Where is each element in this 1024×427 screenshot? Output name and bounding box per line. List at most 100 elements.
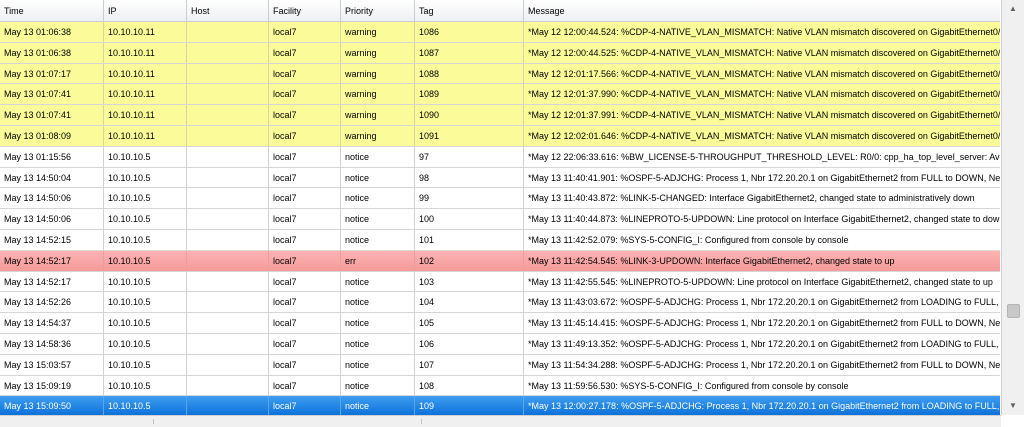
cell-ip: 10.10.10.5 — [104, 209, 187, 229]
cell-tag: 104 — [415, 292, 524, 313]
table-row[interactable]: May 13 14:52:17 10.10.10.5 local7 notice 103… — [0, 271, 1000, 293]
horizontal-scrollbar[interactable] — [0, 415, 1001, 427]
cell-time: May 13 01:06:38 — [0, 42, 104, 63]
cell-message: *May 12 12:00:44.525: %CDP-4-NATIVE_VLAN… — [528, 47, 1000, 58]
cell-ip: 10.10.10.5 — [104, 396, 187, 415]
cell-host — [187, 22, 269, 42]
cell-priority: notice — [341, 375, 415, 396]
table-row[interactable]: May 13 14:52:15 10.10.10.5 local7 notice 101… — [0, 229, 1000, 251]
cell-time: May 13 14:50:04 — [0, 167, 104, 188]
table-row[interactable]: May 13 14:54:37 10.10.10.5 local7 notice 105… — [0, 313, 1000, 334]
scroll-up-arrow-icon[interactable]: ▲ — [1006, 2, 1020, 16]
cell-host — [187, 313, 269, 333]
scroll-down-arrow-icon[interactable]: ▼ — [1006, 399, 1020, 413]
cell-time: May 13 14:52:17 — [0, 250, 104, 271]
cell-time: May 13 01:07:17 — [0, 63, 104, 84]
table-row[interactable]: May 13 14:52:26 10.10.10.5 local7 notice 104… — [0, 292, 1000, 314]
cell-priority: notice — [341, 167, 415, 188]
scrollbar-thumb[interactable] — [1007, 304, 1020, 318]
table-row[interactable]: May 13 14:50:06 10.10.10.5 local7 notice 99 *… — [0, 188, 1000, 210]
column-header-time[interactable]: Time — [0, 0, 104, 21]
table-row[interactable]: May 13 01:07:17 10.10.10.11 local7 warning 1… — [0, 63, 1000, 85]
cell-ip: 10.10.10.5 — [104, 146, 187, 167]
cell-facility: local7 — [269, 125, 341, 146]
cell-priority: notice — [341, 229, 415, 250]
column-header-host[interactable]: Host — [187, 0, 269, 21]
cell-priority: warning — [341, 84, 415, 105]
table-header: Time IP Host Facility Priority Tag Messa… — [0, 0, 1000, 22]
cell-message: *May 13 11:49:13.352: %OSPF-5-ADJCHG: Pr… — [528, 338, 1000, 349]
column-header-ip[interactable]: IP — [104, 0, 187, 21]
cell-message: *May 12 12:01:37.991: %CDP-4-NATIVE_VLAN… — [528, 110, 1000, 121]
cell-ip: 10.10.10.5 — [104, 292, 187, 313]
table-row[interactable]: May 13 01:15:56 10.10.10.5 local7 notice 97 *… — [0, 146, 1000, 168]
column-header-facility[interactable]: Facility — [269, 0, 341, 21]
cell-facility: local7 — [269, 375, 341, 396]
cell-message: *May 13 11:40:43.872: %LINK-5-CHANGED: I… — [528, 193, 975, 204]
table-row[interactable]: May 13 01:07:41 10.10.10.11 local7 warning 1… — [0, 84, 1000, 106]
cell-tag: 1087 — [415, 42, 524, 63]
table-row[interactable]: May 13 15:09:50 10.10.10.5 local7 notice 109… — [0, 396, 1000, 415]
cell-message: *May 12 12:01:17.566: %CDP-4-NATIVE_VLAN… — [528, 68, 1000, 79]
cell-tag: 109 — [415, 396, 524, 415]
cell-tag: 108 — [415, 375, 524, 396]
cell-ip: 10.10.10.5 — [104, 375, 187, 396]
cell-message: *May 13 11:59:56.530: %SYS-5-CONFIG_I: C… — [528, 380, 849, 391]
cell-ip: 10.10.10.11 — [104, 125, 187, 146]
table-row[interactable]: May 13 14:52:17 10.10.10.5 local7 err 102 *Ma… — [0, 250, 1000, 272]
cell-facility: local7 — [269, 313, 341, 333]
cell-tag: 99 — [415, 188, 524, 209]
cell-message: *May 13 11:43:03.672: %OSPF-5-ADJCHG: Pr… — [528, 297, 1000, 308]
cell-tag: 97 — [415, 146, 524, 167]
cell-priority: err — [341, 250, 415, 271]
cell-time: May 13 14:50:06 — [0, 188, 104, 209]
cell-host — [187, 105, 269, 125]
column-header-priority[interactable]: Priority — [341, 0, 415, 21]
column-header-tag[interactable]: Tag — [415, 0, 524, 21]
cell-priority: notice — [341, 313, 415, 333]
vertical-scrollbar[interactable]: ▲ ▼ — [1001, 0, 1024, 415]
cell-facility: local7 — [269, 167, 341, 188]
cell-host — [187, 42, 269, 63]
cell-host — [187, 63, 269, 84]
status-divider — [153, 419, 154, 424]
table-row[interactable]: May 13 01:06:38 10.10.10.11 local7 warning 1… — [0, 22, 1000, 43]
cell-ip: 10.10.10.11 — [104, 22, 187, 42]
table-row[interactable]: May 13 14:50:04 10.10.10.5 local7 notice 98 *… — [0, 167, 1000, 189]
table-row[interactable]: May 13 14:58:36 10.10.10.5 local7 notice 106… — [0, 333, 1000, 355]
table-row[interactable]: May 13 01:08:09 10.10.10.11 local7 warning 1… — [0, 125, 1000, 147]
cell-host — [187, 375, 269, 396]
cell-facility: local7 — [269, 271, 341, 292]
cell-time: May 13 14:50:06 — [0, 209, 104, 229]
cell-priority: notice — [341, 396, 415, 415]
cell-time: May 13 01:07:41 — [0, 105, 104, 125]
cell-message: *May 13 11:45:14.415: %OSPF-5-ADJCHG: Pr… — [528, 318, 1000, 329]
cell-message: *May 13 11:42:54.545: %LINK-3-UPDOWN: In… — [528, 255, 895, 266]
cell-priority: notice — [341, 354, 415, 375]
table-row[interactable]: May 13 15:03:57 10.10.10.5 local7 notice 107… — [0, 354, 1000, 376]
cell-tag: 106 — [415, 333, 524, 354]
cell-host — [187, 292, 269, 313]
column-header-message[interactable]: Message — [524, 0, 1000, 21]
table-body: May 13 01:06:38 10.10.10.11 local7 warning 1… — [0, 22, 1000, 415]
table-row[interactable]: May 13 15:09:19 10.10.10.5 local7 notice 108… — [0, 375, 1000, 397]
cell-facility: local7 — [269, 209, 341, 229]
cell-message: *May 12 22:06:33.616: %BW_LICENSE-5-THRO… — [528, 151, 1000, 162]
cell-priority: notice — [341, 209, 415, 229]
cell-ip: 10.10.10.5 — [104, 333, 187, 354]
cell-ip: 10.10.10.5 — [104, 313, 187, 333]
cell-host — [187, 125, 269, 146]
cell-host — [187, 333, 269, 354]
cell-facility: local7 — [269, 105, 341, 125]
table-row[interactable]: May 13 01:07:41 10.10.10.11 local7 warning 1… — [0, 105, 1000, 126]
cell-facility: local7 — [269, 354, 341, 375]
cell-facility: local7 — [269, 250, 341, 271]
cell-priority: notice — [341, 292, 415, 313]
cell-ip: 10.10.10.5 — [104, 167, 187, 188]
cell-ip: 10.10.10.11 — [104, 42, 187, 63]
cell-host — [187, 188, 269, 209]
table-row[interactable]: May 13 01:06:38 10.10.10.11 local7 warning 1… — [0, 42, 1000, 64]
table-row[interactable]: May 13 14:50:06 10.10.10.5 local7 notice 100… — [0, 209, 1000, 230]
cell-message: *May 13 11:54:34.288: %OSPF-5-ADJCHG: Pr… — [528, 359, 1000, 370]
cell-host — [187, 146, 269, 167]
